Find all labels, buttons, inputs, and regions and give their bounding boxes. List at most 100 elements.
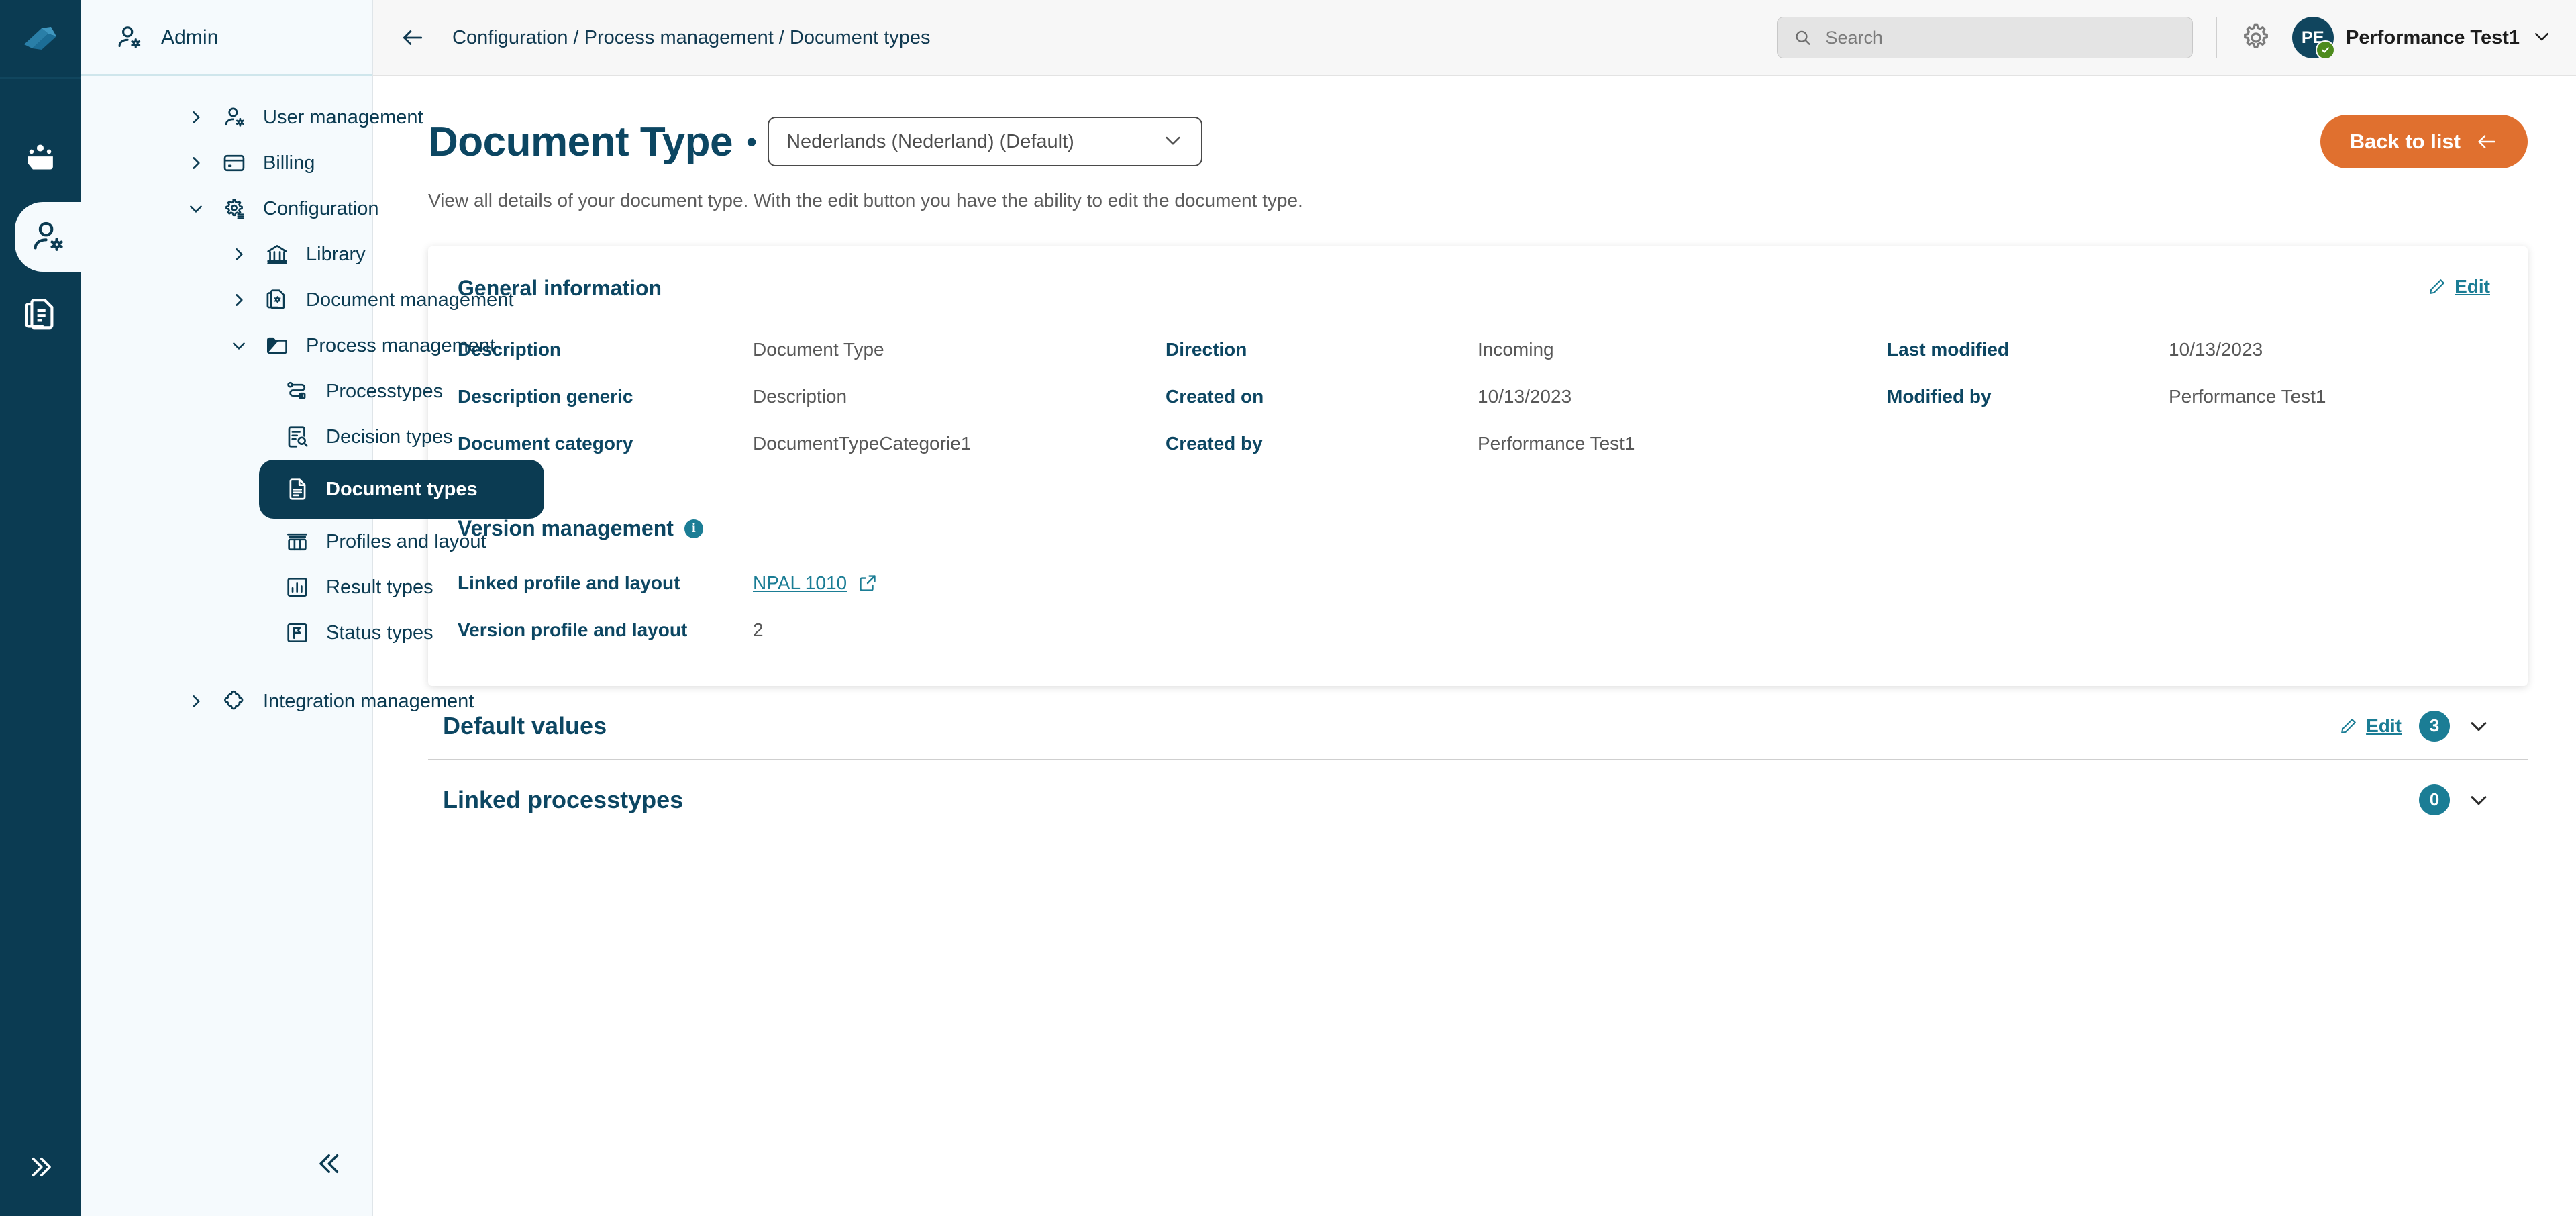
field-value: Performance Test1: [2169, 373, 2490, 420]
field-label: [1887, 420, 2169, 467]
user-menu[interactable]: PE Performance Test1: [2292, 17, 2552, 58]
external-link-icon: [858, 573, 878, 593]
field-value: 2: [753, 607, 2490, 654]
sidebar-item-configuration[interactable]: Configuration: [81, 186, 372, 232]
chevron-right-icon[interactable]: [183, 693, 209, 710]
arrow-left-icon: [400, 25, 425, 50]
language-select-value: Nederlands (Nederland) (Default): [786, 131, 1074, 153]
back-to-list-button[interactable]: Back to list: [2320, 115, 2528, 168]
sidebar-header-label: Admin: [161, 26, 219, 49]
sidebar-item-processtypes[interactable]: Processtypes: [259, 368, 544, 414]
chevron-double-left-icon: [316, 1150, 344, 1178]
team-folder-icon: [21, 140, 60, 179]
rail-expand-button[interactable]: [0, 1153, 81, 1181]
rail-item-documents[interactable]: [0, 280, 81, 350]
gear-list-icon: [219, 196, 250, 221]
sidebar-item-status-types[interactable]: Status types: [259, 610, 544, 656]
content: Document Type • Nederlands (Nederland) (…: [373, 76, 2576, 833]
gear-icon: [2240, 21, 2272, 54]
general-information-edit-link[interactable]: Edit: [2428, 276, 2490, 297]
accordion-title: Default values: [443, 712, 607, 740]
info-icon[interactable]: i: [684, 519, 703, 538]
field-value-link[interactable]: NPAL 1010: [753, 560, 2490, 607]
flag-box-icon: [282, 620, 313, 646]
field-value: [2169, 420, 2490, 467]
app-logo[interactable]: [0, 0, 81, 79]
topbar-divider: [2216, 17, 2217, 58]
version-management-header: Version management i: [458, 516, 2490, 541]
sidebar-item-label: Document management: [306, 289, 514, 311]
back-arrow-button[interactable]: [400, 25, 425, 50]
chevron-down-icon[interactable]: [225, 337, 252, 354]
page-subtitle: View all details of your document type. …: [428, 190, 2528, 211]
sidebar-item-label: Integration management: [263, 691, 474, 713]
chevron-down-icon[interactable]: [1162, 130, 1184, 154]
library-bank-icon: [262, 242, 293, 267]
sidebar-item-library[interactable]: Library: [81, 232, 372, 277]
default-values-edit-link[interactable]: Edit: [2339, 715, 2402, 737]
chevron-right-icon[interactable]: [183, 109, 209, 126]
sidebar-item-label: Billing: [263, 152, 315, 174]
sidebar-collapse-button[interactable]: [316, 1150, 344, 1181]
count-badge: 3: [2419, 711, 2450, 742]
count-badge: 0: [2419, 784, 2450, 815]
language-select[interactable]: Nederlands (Nederland) (Default): [768, 117, 1202, 166]
chevron-right-icon[interactable]: [225, 291, 252, 309]
sidebar-item-decision-types[interactable]: Decision types: [259, 414, 544, 460]
accordion-linked-processtypes[interactable]: Linked processtypes 0: [428, 766, 2528, 833]
field-value: DocumentTypeCategorie1: [753, 420, 1166, 467]
search-input[interactable]: [1824, 27, 2176, 49]
sidebar-item-billing[interactable]: Billing: [81, 140, 372, 186]
field-label: Direction: [1166, 326, 1478, 373]
accordion-title: Linked processtypes: [443, 786, 683, 814]
app-root: Admin User management: [0, 0, 2576, 1216]
field-value: Performance Test1: [1478, 420, 1887, 467]
sidebar-item-label: Result types: [326, 576, 433, 599]
sidebar-item-integration-management[interactable]: Integration management: [81, 678, 372, 724]
general-information-grid: Description Document Type Direction Inco…: [458, 326, 2490, 467]
sidebar-item-document-types[interactable]: Document types: [259, 460, 544, 519]
field-value: 10/13/2023: [1478, 373, 1887, 420]
edit-label: Edit: [2455, 276, 2490, 297]
field-value: Description: [753, 373, 1166, 420]
user-name: Performance Test1: [2346, 27, 2520, 49]
edit-label: Edit: [2366, 715, 2402, 737]
decision-search-icon: [282, 424, 313, 450]
sidebar-item-document-management[interactable]: Document management: [81, 277, 372, 323]
chevron-right-icon[interactable]: [183, 154, 209, 172]
field-value: Document Type: [753, 326, 1166, 373]
linked-profile-link[interactable]: NPAL 1010: [753, 572, 847, 594]
app-logo-icon: [21, 24, 59, 54]
rail-item-admin[interactable]: [15, 202, 81, 272]
sidebar-item-label: Status types: [326, 622, 433, 644]
rail-item-list: [0, 124, 81, 350]
sidebar-item-process-management[interactable]: Process management: [81, 323, 372, 368]
rail-item-teams[interactable]: [0, 124, 81, 194]
process-flow-icon: [282, 378, 313, 404]
sidebar-item-label: Library: [306, 244, 366, 266]
icon-rail: [0, 0, 81, 1216]
sidebar-header: Admin: [81, 0, 372, 76]
sidebar-item-user-management[interactable]: User management: [81, 95, 372, 140]
chevron-down-icon[interactable]: [183, 200, 209, 217]
settings-button[interactable]: [2240, 21, 2272, 54]
chevron-down-icon[interactable]: [2467, 715, 2490, 738]
sidebar-nav: User management Billing: [81, 76, 372, 724]
breadcrumb-text: Configuration / Process management / Doc…: [452, 27, 930, 49]
sidebar-item-result-types[interactable]: Result types: [259, 564, 544, 610]
search-box[interactable]: [1777, 17, 2193, 58]
breadcrumb[interactable]: Configuration / Process management / Doc…: [437, 27, 930, 49]
field-value: 10/13/2023: [2169, 326, 2490, 373]
chevron-right-icon[interactable]: [225, 246, 252, 263]
presence-online-icon: [2316, 40, 2335, 60]
chevron-down-icon[interactable]: [2467, 789, 2490, 811]
sidebar-item-label: Profiles and layout: [326, 531, 486, 553]
bar-chart-icon: [282, 574, 313, 600]
sidebar-item-profiles-and-layout[interactable]: Profiles and layout: [259, 519, 544, 564]
chevron-down-icon[interactable]: [2532, 26, 2552, 50]
puzzle-icon: [219, 689, 250, 714]
main-area: Configuration / Process management / Doc…: [373, 0, 2576, 1216]
sidebar: Admin User management: [81, 0, 373, 1216]
accordion-default-values[interactable]: Default values Edit 3: [428, 693, 2528, 760]
sidebar-item-label: Process management: [306, 335, 495, 357]
